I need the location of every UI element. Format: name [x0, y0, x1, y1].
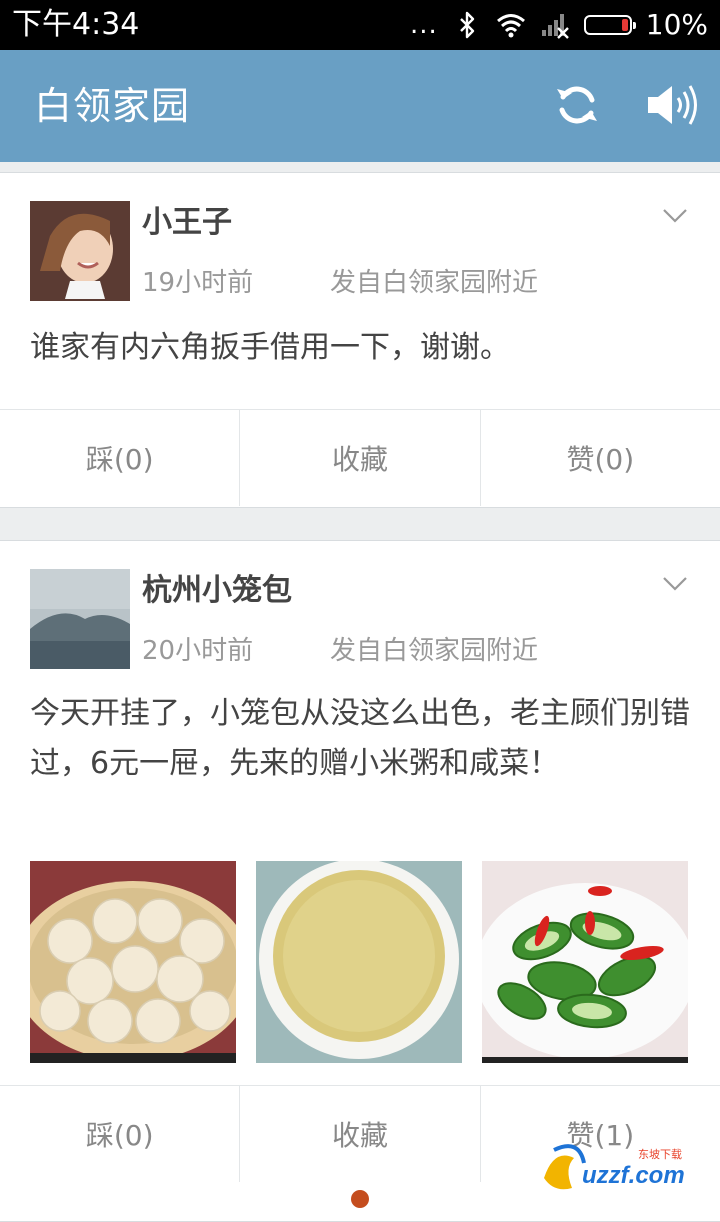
signal-icon: [541, 14, 569, 39]
post-text: 谁家有内六角扳手借用一下，谢谢。: [30, 330, 510, 365]
dumplings-photo[interactable]: [30, 861, 236, 1063]
battery-percent: 10%: [645, 8, 708, 41]
watermark-subtitle: 东坡下载: [638, 1148, 682, 1161]
bluetooth-icon: [459, 11, 474, 39]
favorite-button[interactable]: 收藏: [240, 410, 481, 506]
dislike-button[interactable]: 踩(0): [0, 1086, 241, 1182]
chevron-down-icon[interactable]: [662, 207, 688, 225]
app-bar: 白领家园: [0, 50, 720, 162]
page-indicator-dot: [351, 1190, 369, 1208]
post-text: 今天开挂了，小笼包从没这么出色，老主顾们别错过，6元一屉，先来的赠小米粥和咸菜！: [30, 696, 690, 781]
username[interactable]: 杭州小笼包: [142, 571, 292, 611]
post-time: 19小时前: [142, 268, 254, 298]
avatar[interactable]: [30, 569, 130, 669]
speaker-icon[interactable]: [644, 80, 700, 130]
dislike-button[interactable]: 踩(0): [0, 410, 241, 506]
pickled-cucumber-photo[interactable]: [482, 861, 688, 1063]
like-button[interactable]: 赞(0): [480, 410, 720, 506]
millet-porridge-photo[interactable]: [256, 861, 462, 1063]
battery-icon: [583, 15, 636, 35]
post-card: 杭州小笼包 20小时前 发自白领家园附近 今天开挂了，小笼包从没这么出色，老主顾…: [0, 540, 720, 1222]
app-title: 白领家园: [34, 84, 191, 128]
post-time: 20小时前: [142, 636, 254, 666]
post-actions: 踩(0) 收藏 赞(0): [0, 409, 720, 506]
chevron-down-icon[interactable]: [662, 575, 688, 593]
status-icons: ... 10%: [410, 6, 708, 44]
watermark-brand: uzzf.com: [582, 1162, 685, 1189]
post-card: 小王子 19小时前 发自白领家园附近 谁家有内六角扳手借用一下，谢谢。 踩(0)…: [0, 172, 720, 508]
favorite-button[interactable]: 收藏: [240, 1086, 481, 1182]
username[interactable]: 小王子: [142, 203, 232, 243]
post-location: 发自白领家园附近: [330, 636, 539, 666]
watermark-logo: uzzf.com 东坡下载: [534, 1138, 714, 1198]
status-time: 下午4:34: [12, 7, 140, 42]
status-bar: 下午4:34 ... 10%: [0, 0, 720, 50]
notification-dots: ...: [409, 10, 438, 40]
post-location: 发自白领家园附近: [330, 268, 539, 298]
avatar[interactable]: [30, 201, 130, 301]
refresh-icon[interactable]: [552, 80, 602, 130]
wifi-icon: [496, 14, 525, 38]
